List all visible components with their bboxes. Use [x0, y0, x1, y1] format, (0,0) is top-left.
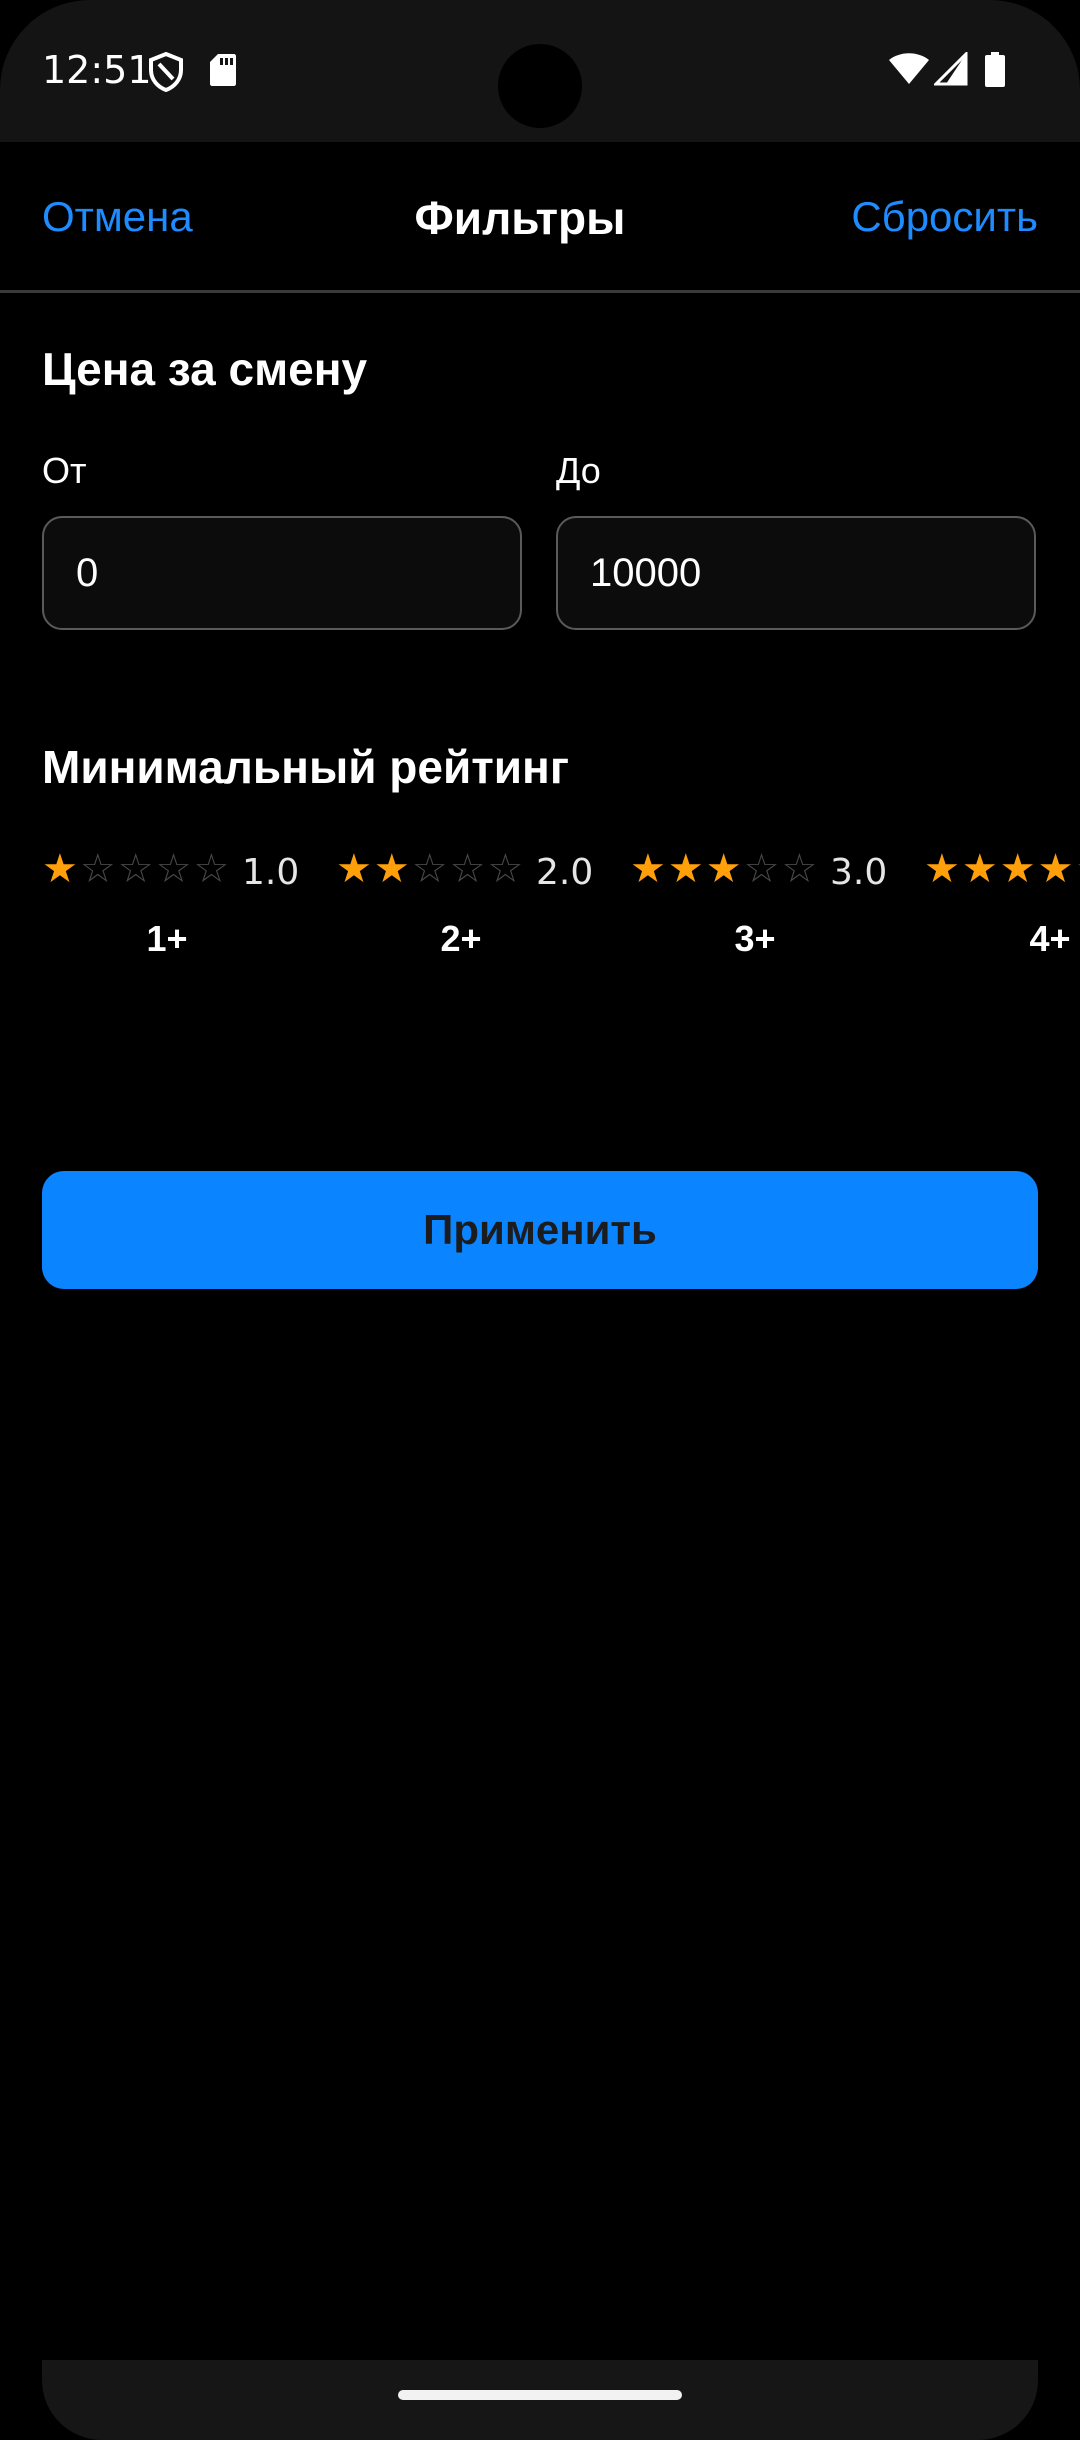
header-divider: [0, 290, 1080, 293]
shield-icon: [149, 52, 183, 92]
price-from-field[interactable]: [42, 516, 522, 630]
rating-value: 1.0: [242, 852, 300, 893]
status-bar: 12:51: [0, 0, 1080, 142]
front-camera: [498, 44, 582, 128]
sd-card-icon: [210, 54, 236, 86]
price-to-field[interactable]: [556, 516, 1036, 630]
star-rating-icon: ★★★★☆: [924, 846, 1080, 892]
rating-option-4[interactable]: ★★★★☆ 4+: [924, 846, 1080, 966]
star-rating-icon: ★★★☆☆: [630, 846, 820, 892]
signal-icon: [934, 52, 968, 86]
rating-value: 3.0: [830, 852, 888, 893]
bottom-sheet-edge: [42, 2360, 1038, 2440]
star-rating-icon: ★★☆☆☆: [336, 846, 526, 892]
price-section-title: Цена за смену: [42, 343, 368, 395]
price-to-label: До: [556, 450, 601, 491]
rating-option-label: 3+: [734, 918, 776, 959]
rating-option-1[interactable]: ★☆☆☆☆ 1.0 1+: [42, 846, 342, 966]
rating-option-label: 1+: [146, 918, 188, 959]
price-to-input[interactable]: [558, 518, 1034, 628]
battery-icon: [985, 52, 1005, 87]
wifi-icon: [889, 53, 929, 84]
rating-section-title: Минимальный рейтинг: [42, 741, 570, 793]
rating-option-3[interactable]: ★★★☆☆ 3.0 3+: [630, 846, 930, 966]
price-from-input[interactable]: [44, 518, 520, 628]
home-indicator[interactable]: [398, 2390, 682, 2400]
rating-option-label: 4+: [1029, 918, 1071, 959]
star-rating-icon: ★☆☆☆☆: [42, 846, 232, 892]
rating-option-label: 2+: [440, 918, 482, 959]
rating-value: 2.0: [536, 852, 594, 893]
header: Отмена Фильтры Сбросить: [0, 142, 1080, 292]
status-time: 12:51: [42, 48, 152, 92]
rating-option-2[interactable]: ★★☆☆☆ 2.0 2+: [336, 846, 636, 966]
price-from-label: От: [42, 450, 87, 491]
apply-button[interactable]: Применить: [42, 1171, 1038, 1289]
reset-button[interactable]: Сбросить: [851, 193, 1038, 241]
